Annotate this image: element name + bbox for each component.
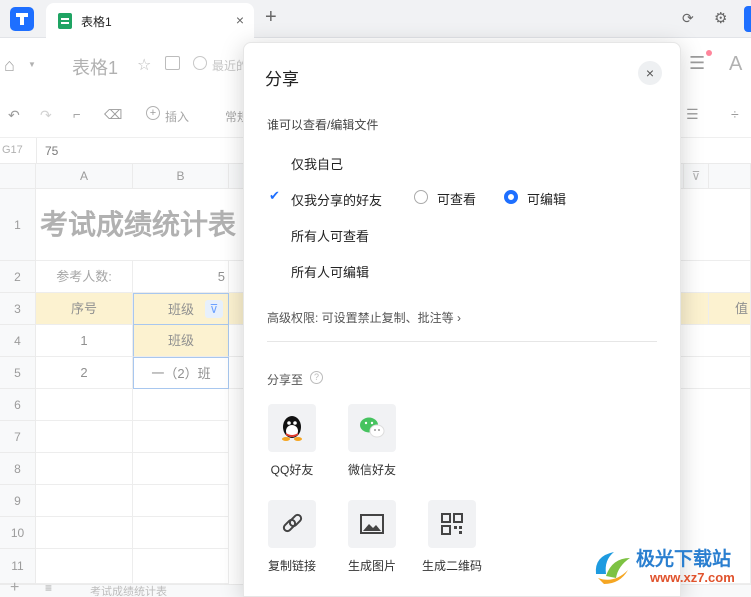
radio-edit-label[interactable]: 可编辑	[527, 189, 566, 208]
help-icon[interactable]: ?	[310, 371, 323, 384]
generate-qrcode-label: 生成二维码	[421, 559, 482, 573]
copy-link-label: 复制链接	[267, 559, 316, 573]
wechat-icon	[360, 417, 385, 438]
radio-view-label[interactable]: 可查看	[437, 189, 476, 208]
share-dialog: 分享 × 谁可以查看/编辑文件 仅我自己 ✔ 仅我分享的好友 可查看 可编辑 所…	[243, 42, 681, 597]
watermark-url: www.xz7.com	[650, 570, 735, 585]
divider	[267, 341, 657, 342]
radio-view[interactable]	[414, 190, 428, 204]
close-button[interactable]: ×	[638, 61, 662, 85]
watermark: 极光下载站 www.xz7.com	[590, 540, 750, 595]
qq-share-label: QQ好友	[270, 463, 314, 477]
account-button[interactable]	[744, 6, 751, 32]
wechat-share-label: 微信好友	[347, 463, 396, 477]
gear-icon[interactable]: ⚙	[714, 9, 727, 27]
option-everyone-edit[interactable]: 所有人可编辑	[291, 262, 369, 281]
advanced-permissions-link[interactable]: 高级权限: 可设置禁止复制、批注等 ›	[267, 309, 461, 326]
dialog-title: 分享	[265, 70, 299, 89]
generate-image-label: 生成图片	[347, 559, 396, 573]
wechat-share-button[interactable]	[348, 404, 396, 452]
share-to-label: 分享至	[267, 373, 304, 387]
option-only-me[interactable]: 仅我自己	[291, 154, 343, 173]
tab-document[interactable]: 表格1 ×	[46, 3, 254, 39]
qrcode-icon	[441, 513, 463, 535]
sheet-icon	[58, 13, 72, 29]
radio-edit[interactable]	[504, 190, 518, 204]
link-icon	[282, 513, 303, 533]
image-icon	[360, 514, 384, 534]
permission-section-label: 谁可以查看/编辑文件	[267, 118, 379, 132]
qq-share-button[interactable]	[268, 404, 316, 452]
watermark-name: 极光下载站	[636, 549, 732, 570]
generate-image-button[interactable]	[348, 500, 396, 548]
copy-link-button[interactable]	[268, 500, 316, 548]
tab-close-button[interactable]: ×	[236, 12, 244, 28]
tab-bar: 表格1 × + ⟳ ⚙	[0, 0, 751, 39]
generate-qrcode-button[interactable]	[428, 500, 476, 548]
option-everyone-view[interactable]: 所有人可查看	[291, 226, 369, 245]
tab-title: 表格1	[81, 15, 112, 29]
checkmark-icon: ✔	[269, 188, 280, 203]
watermark-logo-icon	[595, 552, 630, 584]
new-tab-button[interactable]: +	[265, 7, 277, 27]
refresh-icon[interactable]: ⟳	[682, 10, 694, 27]
option-shared-friends[interactable]: 仅我分享的好友	[291, 190, 382, 209]
app-logo-icon[interactable]	[10, 7, 34, 31]
qq-icon	[282, 416, 302, 441]
